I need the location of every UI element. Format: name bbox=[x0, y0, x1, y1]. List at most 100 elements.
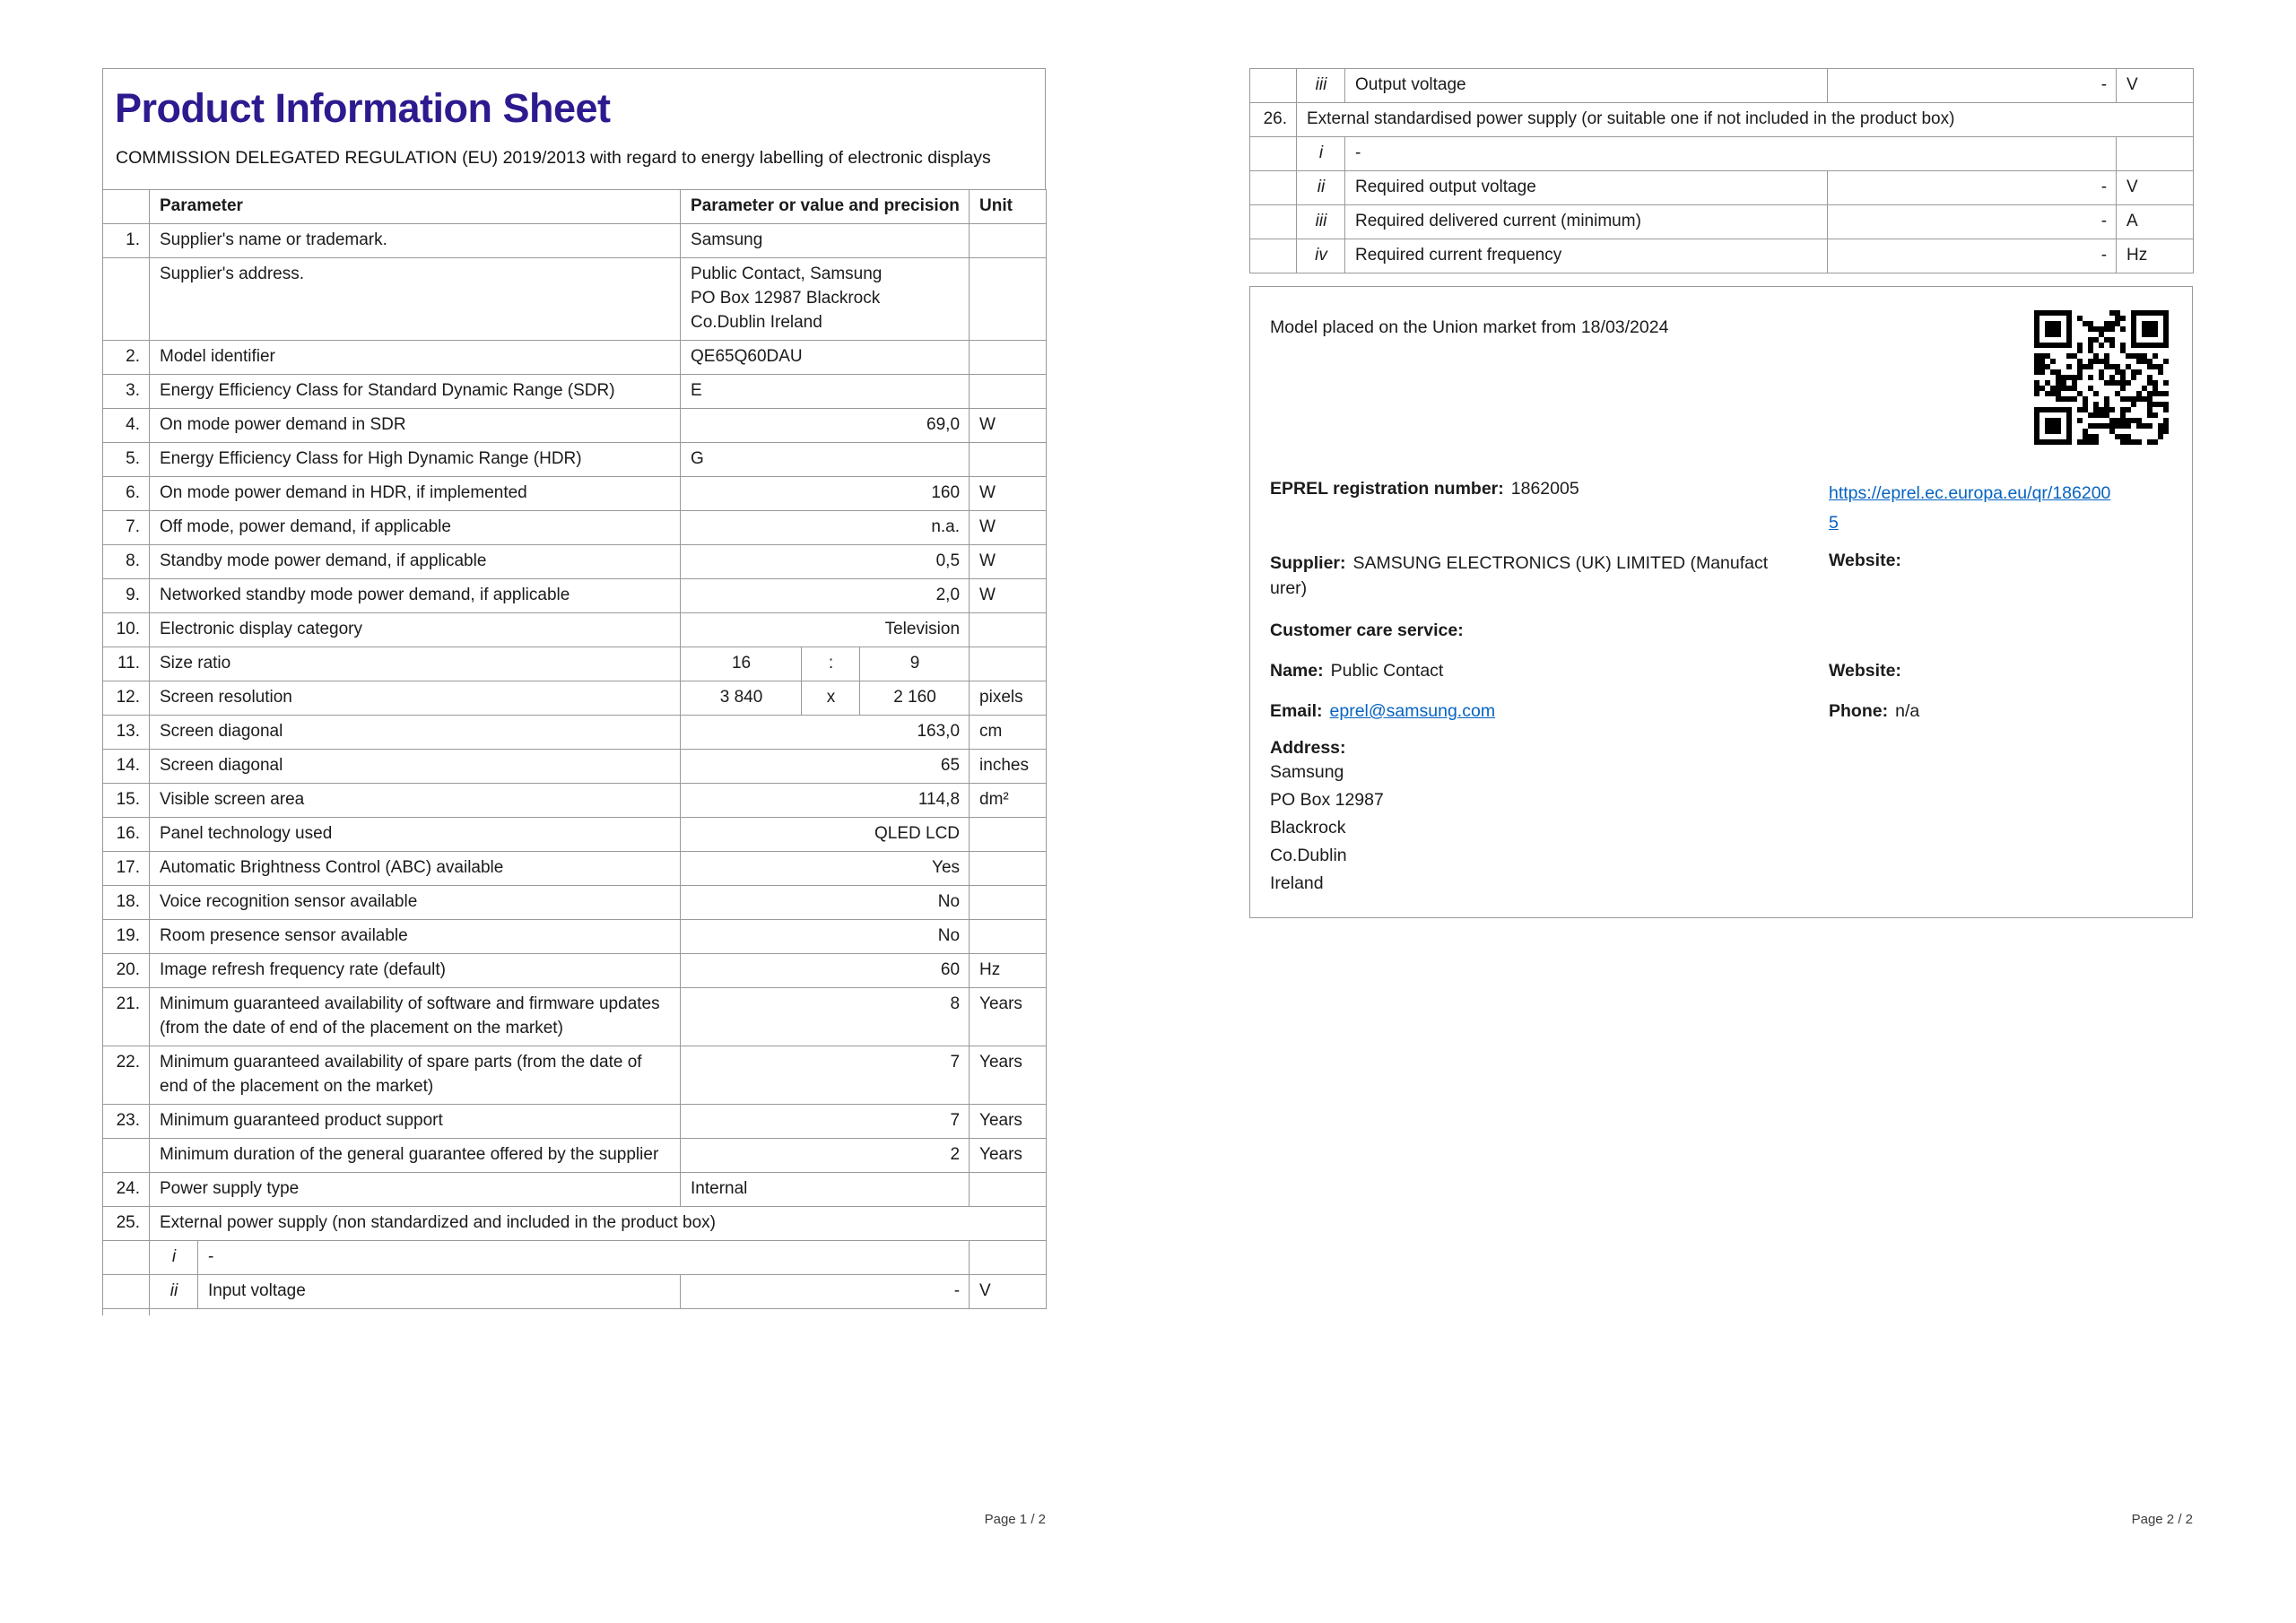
unit-cell bbox=[969, 374, 1048, 409]
parameter-cell: Voice recognition sensor available bbox=[148, 885, 682, 920]
address-line: Ireland bbox=[1270, 873, 1324, 893]
table-row: 17. Automatic Brightness Control (ABC) av… bbox=[102, 851, 1048, 886]
unit-cell: W bbox=[969, 510, 1048, 545]
value-cell: E bbox=[680, 374, 970, 409]
parameter-cell: Electronic display category bbox=[148, 612, 682, 647]
row-number-cell: 7. bbox=[102, 510, 150, 545]
table-row: 1. Supplier's name or trademark. Samsung bbox=[102, 223, 1048, 258]
parameter-cell: Off mode, power demand, if applicable bbox=[148, 510, 682, 545]
value-cell: 69,0 bbox=[680, 408, 970, 443]
row-number-cell bbox=[102, 257, 150, 341]
unit-cell bbox=[969, 919, 1048, 954]
name-line: Name: Public Contact bbox=[1270, 661, 1829, 681]
value-cell: 114,8 bbox=[680, 783, 970, 818]
table-row: 14. Screen diagonal 65 inches bbox=[102, 749, 1048, 784]
parameter-cell: Minimum guaranteed availability of spare… bbox=[148, 1046, 682, 1105]
parameter-cell: Required current frequency bbox=[1344, 239, 1828, 273]
table-row: 10. Electronic display category Television bbox=[102, 612, 1048, 647]
row-number-cell bbox=[1249, 136, 1297, 171]
row-number-cell bbox=[1249, 239, 1297, 273]
value-cell: - bbox=[1826, 68, 2118, 103]
row-number-cell: 23. bbox=[102, 1104, 150, 1139]
value-cell: No bbox=[680, 919, 970, 954]
name-value: Public Contact bbox=[1330, 661, 1444, 681]
parameter-cell: Automatic Brightness Control (ABC) avail… bbox=[148, 851, 682, 886]
header-number-cell bbox=[102, 189, 150, 224]
row-number-cell: 18. bbox=[102, 885, 150, 920]
value-cell: - bbox=[1826, 170, 2118, 205]
parameter-cell: External standardised power supply (or s… bbox=[1295, 102, 2195, 137]
row-number-cell: 14. bbox=[102, 749, 150, 784]
value-cell: Internal bbox=[680, 1172, 970, 1207]
parameter-cell: Room presence sensor available bbox=[148, 919, 682, 954]
table-row: 12. Screen resolution 3 840 x 2 160 pixels bbox=[102, 681, 1048, 716]
parameter-cell: Minimum guaranteed product support bbox=[148, 1104, 682, 1139]
table-row: 24. Power supply type Internal bbox=[102, 1172, 1048, 1207]
row-number-cell: 9. bbox=[102, 578, 150, 613]
row-number-cell: 22. bbox=[102, 1046, 150, 1105]
parameter-cell: Required delivered current (minimum) bbox=[1344, 204, 1828, 239]
parameter-cell: Supplier's name or trademark. bbox=[148, 223, 682, 258]
value-cell: QLED LCD bbox=[680, 817, 970, 852]
row-number-cell: 24. bbox=[102, 1172, 150, 1207]
parameter-cell: Panel technology used bbox=[148, 817, 682, 852]
email-link[interactable]: eprel@samsung.com bbox=[1330, 701, 1496, 721]
row-number-cell: 4. bbox=[102, 408, 150, 443]
table-row: i- bbox=[1249, 136, 2195, 171]
table-row: 16. Panel technology used QLED LCD bbox=[102, 817, 1048, 852]
value-cell: No bbox=[680, 885, 970, 920]
value-cell: Yes bbox=[680, 851, 970, 886]
sub-index-cell: iv bbox=[1296, 239, 1345, 273]
value-separator-cell: : bbox=[801, 647, 861, 681]
title-block: Product Information Sheet COMMISSION DEL… bbox=[102, 68, 1046, 189]
unit-cell bbox=[969, 851, 1048, 886]
page-1-footer: Page 1 / 2 bbox=[984, 1512, 1046, 1527]
value-cell: - bbox=[680, 1274, 970, 1309]
sub-index-cell: i bbox=[149, 1240, 198, 1275]
parameter-cell: Required output voltage bbox=[1344, 170, 1828, 205]
unit-cell: Hz bbox=[2116, 239, 2195, 273]
unit-cell: inches bbox=[969, 749, 1048, 784]
table-row: ii Input voltage - V bbox=[102, 1274, 1048, 1309]
table-row: 8. Standby mode power demand, if applicab… bbox=[102, 544, 1048, 579]
table-row: iii Required delivered current (minimum) -… bbox=[1249, 204, 2195, 239]
parameter-cell: Power supply type bbox=[148, 1172, 682, 1207]
value-separator-cell: x bbox=[801, 681, 861, 716]
row-number-cell: 25. bbox=[102, 1206, 150, 1241]
address-line: PO Box 12987 bbox=[1270, 790, 1384, 810]
eprel-row: EPREL registration number: 1862005 https:… bbox=[1270, 479, 2170, 538]
parameter-cell: Screen resolution bbox=[148, 681, 682, 716]
address-block: Samsung PO Box 12987 Blackrock Co.Dublin Ire… bbox=[1270, 759, 2170, 898]
value-cell: 2 160 bbox=[859, 681, 970, 716]
row-number-cell: 11. bbox=[102, 647, 150, 681]
parameter-cell: Output voltage bbox=[1344, 68, 1828, 103]
eprel-link[interactable]: https://eprel.ec.europa.eu/qr/1862005 bbox=[1829, 479, 2112, 538]
parameter-cell: Screen diagonal bbox=[148, 715, 682, 750]
unit-cell: Years bbox=[969, 1138, 1048, 1173]
table-row: 15. Visible screen area 114,8 dm² bbox=[102, 783, 1048, 818]
email-label: Email: bbox=[1270, 701, 1323, 721]
value-cell: 2 bbox=[680, 1138, 970, 1173]
customer-care-heading: Customer care service: bbox=[1270, 621, 1464, 640]
unit-cell: V bbox=[2116, 68, 2195, 103]
parameter-cell: Model identifier bbox=[148, 340, 682, 375]
table-row: 18. Voice recognition sensor available No bbox=[102, 885, 1048, 920]
unit-cell: W bbox=[969, 578, 1048, 613]
table-row: 26. External standardised power supply (o… bbox=[1249, 102, 2195, 137]
parameter-cell: - bbox=[1344, 136, 2118, 171]
page-break-row-sliver bbox=[102, 1309, 150, 1315]
value-cell: 7 bbox=[680, 1046, 970, 1105]
unit-cell: W bbox=[969, 476, 1048, 511]
table-row: 5. Energy Efficiency Class for High Dynam… bbox=[102, 442, 1048, 477]
unit-cell bbox=[969, 647, 1048, 681]
header-parameter: Parameter bbox=[148, 189, 682, 224]
website-label: Website: bbox=[1829, 551, 1901, 570]
table-row: 4. On mode power demand in SDR 69,0 W bbox=[102, 408, 1048, 443]
row-number-cell: 15. bbox=[102, 783, 150, 818]
page-2-footer: Page 2 / 2 bbox=[2131, 1512, 2193, 1527]
phone-value: n/a bbox=[1895, 701, 1920, 721]
header-value: Parameter or value and precision bbox=[680, 189, 970, 224]
table-row: 25. External power supply (non standardiz… bbox=[102, 1206, 1048, 1241]
unit-cell: Years bbox=[969, 987, 1048, 1046]
row-number-cell: 17. bbox=[102, 851, 150, 886]
